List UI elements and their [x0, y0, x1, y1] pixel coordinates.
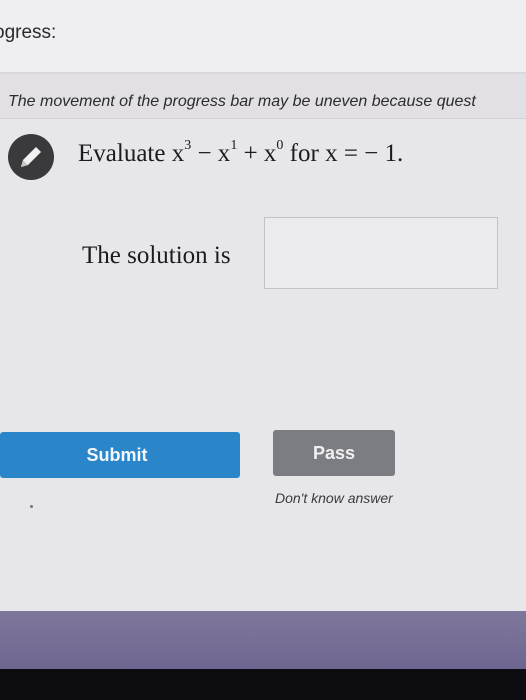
- question-suffix: for x = − 1.: [283, 140, 404, 167]
- question-prefix: Evaluate x: [78, 140, 185, 167]
- question-minus: − x: [191, 140, 231, 167]
- screen-bezel: [0, 669, 526, 700]
- progress-notice: The movement of the progress bar may be …: [0, 74, 526, 119]
- question-prompt: Evaluate x3 − x1 + x0 for x = − 1.: [78, 139, 404, 168]
- question-panel: [0, 119, 526, 611]
- pencil-icon: [8, 134, 54, 180]
- submit-button[interactable]: Submit: [0, 432, 240, 478]
- progress-notice-text: The movement of the progress bar may be …: [8, 93, 476, 110]
- dont-know-answer-link[interactable]: Don't know answer: [275, 490, 393, 506]
- pass-button[interactable]: Pass: [273, 430, 395, 476]
- progress-label: ogress:: [0, 22, 57, 43]
- question-plus: + x: [237, 140, 277, 167]
- progress-header: ogress:: [0, 0, 526, 74]
- footer-bar: [0, 611, 526, 669]
- answer-input[interactable]: [264, 217, 498, 289]
- submit-button-label: Submit: [86, 444, 148, 465]
- solution-label: The solution is: [82, 242, 231, 269]
- stray-dot: [30, 505, 33, 508]
